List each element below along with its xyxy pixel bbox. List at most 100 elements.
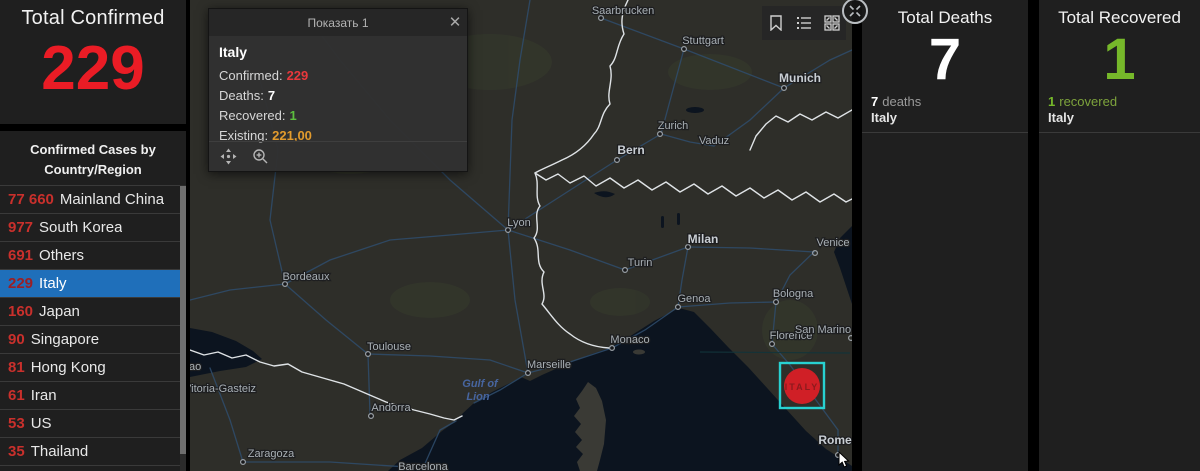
total-recovered-card: Total Recovered 1 1 recovered Italy <box>1039 0 1200 471</box>
popup-field-value: 229 <box>286 68 309 83</box>
city-label: Milan <box>688 232 719 246</box>
deaths-detail-region: Italy <box>871 109 898 125</box>
border-alps-band <box>534 172 852 203</box>
basemap-icon[interactable] <box>821 12 843 34</box>
total-recovered-value: 1 <box>1103 27 1136 92</box>
country-row-us[interactable]: 53 US <box>0 409 180 437</box>
country-row-mainland-china[interactable]: 77 660 Mainland China <box>0 185 180 213</box>
country-row-iran[interactable]: 61 Iran <box>0 381 180 409</box>
city-dot <box>772 299 779 306</box>
city-dot <box>768 341 775 348</box>
recovered-detail-count: 1 <box>1048 93 1056 109</box>
country-row-japan[interactable]: 160 Japan <box>0 297 180 325</box>
city-label: Andorra <box>371 402 411 414</box>
city-label: Munich <box>779 71 821 85</box>
popup-title: Italy <box>219 44 248 60</box>
total-deaths-card: Total Deaths 7 7 deaths Italy <box>862 0 1028 471</box>
city-label: Marseille <box>527 359 571 371</box>
city-label: Venice <box>816 237 849 249</box>
country-name: Mainland China <box>59 191 165 208</box>
popup-field-label: Recovered: <box>219 108 286 123</box>
total-confirmed-value: 229 <box>41 34 145 103</box>
case-marker-label: ITALY <box>785 382 820 392</box>
country-row-singapore[interactable]: 90 Singapore <box>0 325 180 353</box>
country-count: 61 <box>8 387 25 404</box>
city-label: Toulouse <box>367 341 411 353</box>
total-deaths-title: Total Deaths <box>897 8 993 27</box>
city-dot <box>834 452 841 459</box>
dashboard: Total Confirmed 229 Confirmed Cases by C… <box>0 0 1200 471</box>
city-label: Rome <box>818 433 852 447</box>
popup-field: Deaths: 7 <box>219 86 457 106</box>
country-count: 53 <box>8 415 25 432</box>
city-label: Lyon <box>507 217 530 229</box>
country-row-thailand[interactable]: 35 Thailand <box>0 437 180 465</box>
popup-header[interactable]: Показать 1 ✕ <box>209 9 467 36</box>
country-row-others[interactable]: 691 Others <box>0 241 180 269</box>
country-name: Thailand <box>30 443 89 460</box>
popup-field: Recovered: 1 <box>219 106 457 126</box>
country-list-header-line1: Confirmed Cases by <box>30 142 156 157</box>
country-row-italy[interactable]: 229 Italy <box>0 269 180 297</box>
country-count: 691 <box>8 247 34 264</box>
recovered-detail-label: recovered <box>1059 93 1118 109</box>
close-icon[interactable]: ✕ <box>443 9 467 36</box>
popup-field-value: 7 <box>267 88 276 103</box>
city-dot <box>657 131 664 138</box>
deaths-detail-row[interactable]: 7 deaths Italy <box>862 92 1028 126</box>
list-scrollbar-thumb[interactable] <box>180 186 186 454</box>
country-name: Singapore <box>30 331 100 348</box>
popup-field-value: 1 <box>289 108 297 123</box>
sea-label-line1: Gulf of <box>462 378 499 390</box>
list-scrollbar[interactable] <box>180 185 186 471</box>
divider <box>1039 131 1200 133</box>
city-dot <box>525 370 532 377</box>
country-count: 977 <box>8 219 34 236</box>
country-count: 229 <box>8 275 34 292</box>
country-row-south-korea[interactable]: 977 South Korea <box>0 213 180 241</box>
country-count: 77 660 <box>8 191 54 208</box>
country-count: 35 <box>8 443 25 460</box>
deaths-detail-label: deaths <box>882 93 922 109</box>
recovered-detail-row[interactable]: 1 recovered Italy <box>1039 92 1200 126</box>
city-label: Bologna <box>773 288 814 300</box>
recovered-detail-region: Italy <box>1048 109 1075 125</box>
country-name: Japan <box>39 303 80 320</box>
country-name: Hong Kong <box>30 359 106 376</box>
city-label: Bern <box>617 143 644 157</box>
table-row-partial <box>0 465 180 471</box>
city-label: Zaragoza <box>248 448 295 460</box>
map[interactable]: Gulf of Lion Saarbrucken Stuttgart Munich Z… <box>190 0 852 471</box>
popup-field: Confirmed: 229 <box>219 66 457 86</box>
country-list: 77 660 Mainland China 977 South Korea 691 Oth… <box>0 185 186 465</box>
border-austria-germany <box>749 109 852 151</box>
map-toolbar <box>762 6 846 40</box>
bookmark-icon[interactable] <box>765 12 787 34</box>
zoom-in-icon[interactable] <box>251 148 269 166</box>
city-label: Saarbrucken <box>592 5 654 17</box>
total-recovered-title: Total Recovered <box>1058 8 1181 27</box>
deaths-detail-count: 7 <box>871 93 879 109</box>
popup-header-title: Показать 1 <box>307 15 369 30</box>
legend-icon[interactable] <box>793 12 815 34</box>
city-label: Stuttgart <box>682 35 724 47</box>
city-dot <box>622 267 629 274</box>
country-name: South Korea <box>39 219 123 236</box>
city-label: Genoa <box>677 293 711 305</box>
city-label: San Marino <box>795 324 851 336</box>
city-label: Monaco <box>610 334 649 346</box>
city-dot <box>368 413 375 420</box>
city-label: Vaduz <box>699 135 729 147</box>
feature-popup: Показать 1 ✕ Italy Confirmed: 229 Deaths: 7… <box>208 8 468 172</box>
country-list-header-line2: Country/Region <box>44 161 142 177</box>
country-name: Italy <box>39 275 67 292</box>
city-dot <box>239 459 246 466</box>
pan-icon[interactable] <box>219 148 237 166</box>
country-list-panel: Confirmed Cases by Country/Region 77 660… <box>0 131 186 471</box>
city-label: Zurich <box>658 120 689 132</box>
popup-field-label: Confirmed: <box>219 68 283 83</box>
sea-label-line2: Lion <box>466 391 489 403</box>
divider <box>862 131 1028 133</box>
city-dot <box>609 345 616 352</box>
country-row-hong-kong[interactable]: 81 Hong Kong <box>0 353 180 381</box>
